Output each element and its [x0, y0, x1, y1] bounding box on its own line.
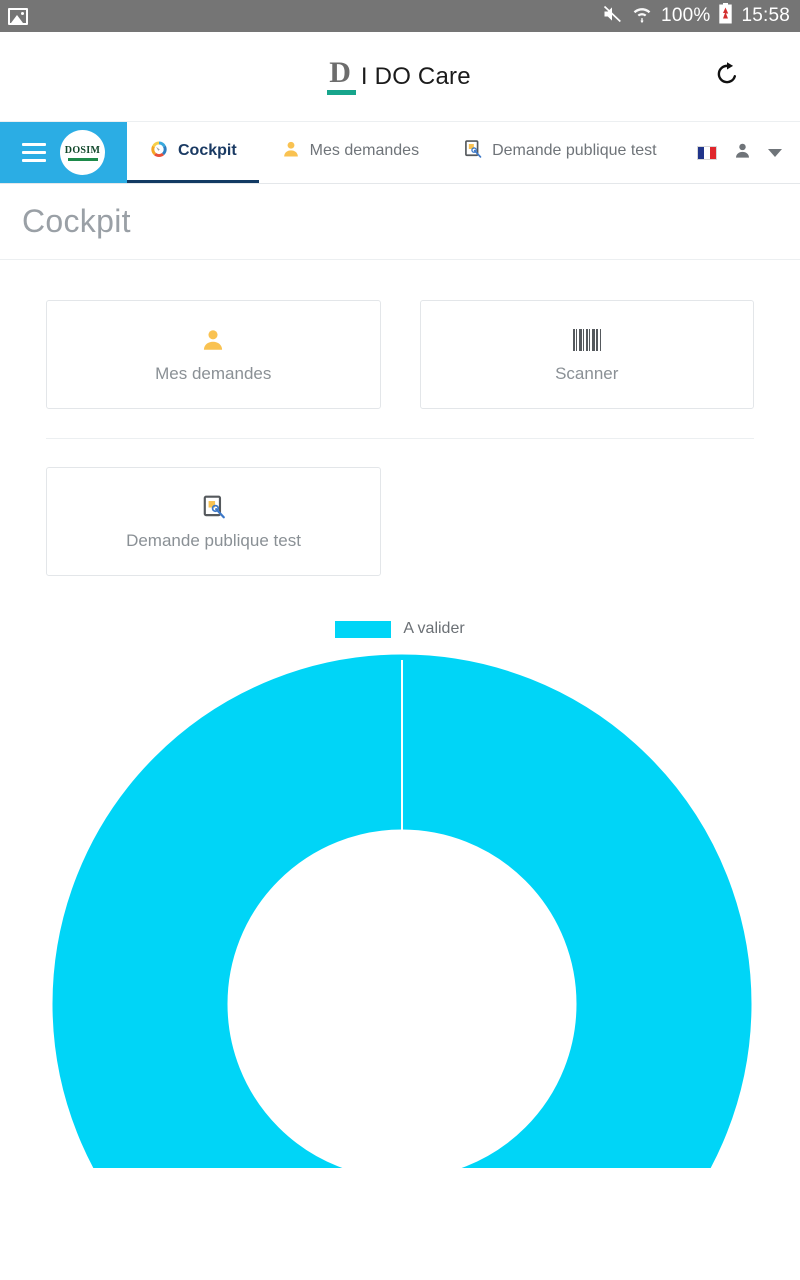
card-label: Scanner — [555, 363, 619, 383]
app-title: I DO Care — [360, 62, 471, 90]
gauge-icon — [149, 139, 169, 164]
donut-chart-svg — [52, 654, 752, 1168]
battery-low-icon — [719, 3, 733, 29]
app-logo: D — [327, 56, 356, 95]
status-bar-notifications — [8, 7, 28, 25]
legend-label-a-valider: A valider — [403, 620, 465, 637]
app-title-bar: D I DO Care — [0, 32, 800, 122]
donut-chart-canvas — [0, 648, 800, 1168]
android-status-bar: 100% 15:58 — [0, 0, 800, 32]
wifi-transfer-icon — [632, 4, 652, 29]
card-scanner[interactable]: Scanner — [419, 300, 754, 409]
nav-right-actions — [697, 122, 800, 183]
nav-tab-cockpit[interactable]: Cockpit — [127, 122, 259, 183]
french-flag-icon[interactable] — [697, 145, 717, 160]
legend-swatch-a-valider[interactable] — [335, 620, 392, 638]
card-demande-publique-test[interactable]: Demande publique test — [46, 467, 381, 576]
battery-percent-label: 100% — [661, 5, 711, 26]
shortcut-card-row-1: Mes demandes Scanner — [46, 300, 754, 409]
dosim-logo[interactable]: DOSIM — [60, 130, 105, 175]
clock-label: 15:58 — [741, 5, 790, 26]
person-icon — [200, 326, 226, 354]
person-icon — [281, 139, 301, 164]
nav-tab-label: Mes demandes — [309, 142, 420, 159]
photo-icon — [8, 7, 28, 25]
cockpit-content: Mes demandes Scanner Demande publique te… — [0, 260, 800, 576]
dosim-logo-underline — [67, 157, 98, 161]
dosim-logo-text: DOSIM — [64, 144, 101, 156]
nav-tab-label: Cockpit — [178, 142, 237, 159]
card-label: Mes demandes — [155, 363, 272, 383]
card-mes-demandes[interactable]: Mes demandes — [46, 300, 381, 409]
page-title: Cockpit — [22, 203, 131, 239]
hamburger-menu-icon[interactable] — [22, 143, 46, 162]
card-label: Demande publique test — [126, 530, 301, 550]
refresh-button[interactable] — [710, 60, 744, 94]
page-header: Cockpit — [0, 184, 800, 260]
status-bar-system-icons: 100% 15:58 — [601, 3, 790, 29]
app-brand: D I DO Care — [327, 56, 471, 95]
document-search-icon — [201, 493, 227, 521]
user-account-icon[interactable] — [733, 141, 752, 165]
refresh-icon — [714, 61, 740, 92]
nav-tab-label: Demande publique test — [492, 142, 657, 159]
barcode-icon — [572, 326, 601, 354]
nav-tab-mes-demandes[interactable]: Mes demandes — [259, 122, 441, 183]
chevron-down-icon[interactable] — [768, 148, 782, 157]
nav-tab-demande-publique-test[interactable]: Demande publique test — [441, 122, 679, 183]
nav-tab-list: Cockpit Mes demandes Demande publique te… — [127, 122, 697, 183]
main-navigation-bar: DOSIM Cockpit Mes demandes Demande publi… — [0, 122, 800, 184]
cockpit-chart: A valider — [0, 620, 800, 1168]
shortcut-card-row-2: Demande publique test — [46, 467, 754, 576]
document-search-icon — [463, 139, 483, 164]
app-logo-underline — [327, 90, 356, 95]
chart-legend: A valider — [0, 620, 800, 638]
volume-mute-icon — [601, 4, 623, 29]
app-logo-letter: D — [329, 56, 351, 89]
nav-brand-block[interactable]: DOSIM — [0, 122, 127, 183]
card-row-divider — [46, 438, 754, 439]
